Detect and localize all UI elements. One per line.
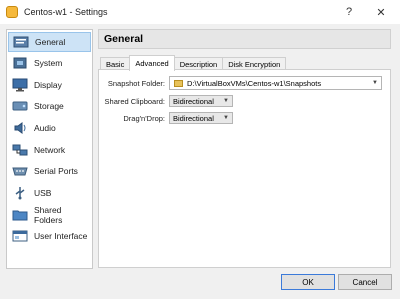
sidebar-item-label: Shared Folders bbox=[34, 205, 63, 225]
sidebar-item-usb[interactable]: USB bbox=[8, 183, 91, 203]
snapshot-folder-label: Snapshot Folder: bbox=[107, 79, 165, 88]
help-button[interactable]: ? bbox=[336, 0, 362, 24]
sidebar-item-label: Audio bbox=[34, 123, 56, 133]
tab-advanced[interactable]: Advanced bbox=[129, 55, 175, 71]
folder-icon bbox=[174, 79, 183, 87]
sidebar-item-audio[interactable]: Audio bbox=[8, 118, 91, 138]
close-button[interactable]: ✕ bbox=[368, 0, 394, 24]
sidebar-item-label: Network bbox=[34, 145, 66, 155]
shared-clipboard-select[interactable]: Bidirectional ▼ bbox=[169, 95, 233, 107]
drag-drop-label: Drag'n'Drop: bbox=[123, 114, 165, 123]
shared-folders-icon bbox=[12, 208, 28, 222]
advanced-panel: Snapshot Folder: D:\VirtualBoxVMs\Centos… bbox=[98, 69, 391, 268]
sidebar-item-label: User Interface bbox=[34, 231, 88, 241]
drag-drop-value: Bidirectional bbox=[173, 113, 214, 123]
audio-icon bbox=[12, 121, 28, 135]
chevron-down-icon: ▼ bbox=[223, 98, 229, 104]
shared-clipboard-value: Bidirectional bbox=[173, 96, 214, 106]
storage-icon bbox=[12, 99, 28, 113]
network-icon bbox=[12, 143, 28, 157]
page-title: General bbox=[98, 29, 391, 49]
sidebar-item-system[interactable]: System bbox=[8, 53, 91, 73]
sidebar-item-user-interface[interactable]: User Interface bbox=[8, 226, 91, 246]
snapshot-folder-select[interactable]: D:\VirtualBoxVMs\Centos-w1\Snapshots ▼ bbox=[169, 76, 382, 90]
sidebar-item-label: Storage bbox=[34, 101, 64, 111]
dialog-footer: OK Cancel bbox=[0, 270, 400, 299]
sidebar-item-shared-folders[interactable]: Shared Folders bbox=[8, 205, 91, 225]
user-interface-icon bbox=[12, 229, 28, 243]
cancel-button[interactable]: Cancel bbox=[338, 274, 392, 290]
general-icon bbox=[13, 35, 29, 49]
chevron-down-icon: ▼ bbox=[372, 80, 378, 86]
display-icon bbox=[12, 78, 28, 92]
sidebar-item-general[interactable]: General bbox=[8, 32, 91, 52]
sidebar-item-label: General bbox=[35, 37, 66, 47]
snapshot-folder-value: D:\VirtualBoxVMs\Centos-w1\Snapshots bbox=[187, 78, 322, 88]
sidebar-item-label: Serial Ports bbox=[34, 166, 78, 176]
serial-ports-icon bbox=[12, 164, 28, 178]
sidebar-item-network[interactable]: Network bbox=[8, 140, 91, 160]
window-title: Centos-w1 - Settings bbox=[24, 7, 108, 17]
sidebar-item-storage[interactable]: Storage bbox=[8, 96, 91, 116]
sidebar-item-label: Display bbox=[34, 80, 62, 90]
drag-drop-select[interactable]: Bidirectional ▼ bbox=[169, 112, 233, 124]
sidebar-item-label: USB bbox=[34, 188, 52, 198]
ok-button[interactable]: OK bbox=[281, 274, 335, 290]
chevron-down-icon: ▼ bbox=[223, 115, 229, 121]
sidebar-item-serial-ports[interactable]: Serial Ports bbox=[8, 161, 91, 181]
system-icon bbox=[12, 56, 28, 70]
virtualbox-app-icon bbox=[6, 6, 18, 18]
usb-icon bbox=[12, 186, 28, 200]
settings-sidebar: General System Display Storage Audio Net… bbox=[6, 29, 93, 269]
sidebar-item-display[interactable]: Display bbox=[8, 75, 91, 95]
sidebar-item-label: System bbox=[34, 58, 63, 68]
title-bar: Centos-w1 - Settings ? ✕ bbox=[0, 0, 400, 24]
tab-bar: Basic Advanced Description Disk Encrypti… bbox=[100, 55, 287, 71]
shared-clipboard-label: Shared Clipboard: bbox=[104, 97, 165, 106]
